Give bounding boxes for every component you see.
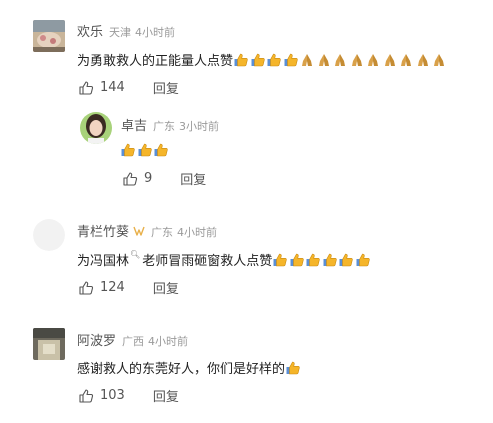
timestamp: 4小时前: [177, 226, 218, 239]
emoji-row: [233, 52, 448, 68]
thumbs-up-icon: [79, 80, 94, 95]
folded-hands-icon: [368, 53, 379, 66]
comment-meta: 广东 4小时前: [151, 224, 217, 240]
thumbs-up-icon: [290, 253, 304, 266]
thumbs-up-icon: [273, 253, 287, 266]
thumbs-up-icon: [339, 253, 353, 266]
like-count: 144: [100, 80, 125, 95]
avatar[interactable]: [33, 328, 65, 360]
folded-hands-icon: [434, 53, 445, 66]
thumbs-up-icon: [356, 253, 370, 266]
comment-meta: 广东 3小时前: [153, 118, 219, 134]
thumbs-up-icon: [123, 171, 138, 186]
reply-button[interactable]: 回复: [153, 386, 179, 405]
folded-hands-icon: [335, 53, 346, 66]
avatar[interactable]: [80, 112, 112, 144]
thumbs-up-icon: [79, 388, 94, 403]
timestamp: 3小时前: [179, 120, 220, 133]
comment-text: [120, 142, 170, 158]
comment-text: 为 冯国林 🔍︎ 老师冒雨砸窗救人点赞: [77, 250, 371, 269]
thumbs-up-icon: [154, 143, 168, 157]
like-button[interactable]: 144: [78, 80, 125, 96]
comment-meta: 天津 4小时前: [109, 24, 175, 40]
comment-body-suffix: 老师冒雨砸窗救人点赞: [142, 254, 273, 269]
reply-button[interactable]: 回复: [153, 278, 179, 297]
thumbs-up-icon: [138, 143, 152, 157]
location: 广东: [151, 226, 174, 239]
username[interactable]: 阿波罗: [77, 330, 116, 349]
reply-button[interactable]: 回复: [153, 78, 179, 97]
avatar[interactable]: [33, 219, 65, 251]
folded-hands-icon: [401, 53, 412, 66]
reply-item: 卓吉 广东 3小时前 9 回复: [0, 110, 493, 200]
comment-text: 感谢救人的东莞好人，你们是好样的: [77, 358, 302, 377]
location: 广东: [153, 120, 176, 133]
location: 天津: [109, 26, 132, 39]
thumbs-up-icon: [121, 143, 135, 157]
comment-text: 为勇敢救人的正能量人点赞: [77, 50, 448, 69]
folded-hands-icon: [318, 53, 329, 66]
location: 广西: [122, 335, 145, 348]
emoji-row: [272, 252, 371, 268]
timestamp: 4小时前: [148, 335, 189, 348]
comment-body: 感谢救人的东莞好人，你们是好样的: [77, 362, 286, 377]
username[interactable]: 青栏竹葵: [77, 221, 129, 240]
comment-meta: 广西 4小时前: [122, 333, 188, 349]
like-count: 124: [100, 280, 125, 295]
folded-hands-icon: [351, 53, 362, 66]
thumbs-up-icon: [79, 280, 94, 295]
comment-body: 为勇敢救人的正能量人点赞: [77, 54, 234, 69]
person-link[interactable]: 冯国林: [90, 250, 129, 269]
like-button[interactable]: 124: [78, 280, 125, 296]
timestamp: 4小时前: [135, 26, 176, 39]
folded-hands-icon: [417, 53, 428, 66]
avatar[interactable]: [33, 20, 65, 52]
like-button[interactable]: 9: [122, 171, 152, 187]
vip-badge-icon: [133, 226, 145, 236]
thumbs-up-icon: [267, 53, 281, 66]
folded-hands-icon: [302, 53, 313, 66]
emoji-row: [285, 360, 302, 376]
thumbs-up-icon: [284, 53, 298, 66]
like-count: 9: [144, 171, 153, 186]
search-icon[interactable]: 🔍︎: [130, 250, 140, 259]
thumbs-up-icon: [234, 53, 248, 66]
username[interactable]: 卓吉: [121, 115, 147, 134]
thumbs-up-icon: [251, 53, 265, 66]
username[interactable]: 欢乐: [77, 21, 103, 40]
comment-item: 阿波罗 广西 4小时前 感谢救人的东莞好人，你们是好样的 103 回复: [0, 310, 493, 423]
reply-button[interactable]: 回复: [180, 169, 206, 188]
folded-hands-icon: [384, 53, 395, 66]
like-count: 103: [100, 388, 125, 403]
thumbs-up-icon: [306, 253, 320, 266]
comment-item: 青栏竹葵 广东 4小时前 为 冯国林 🔍︎ 老师冒雨砸窗救人点赞 124 回复: [0, 210, 493, 310]
thumbs-up-icon: [323, 253, 337, 266]
comment-item: 欢乐 天津 4小时前 为勇敢救人的正能量人点赞 144 回复: [0, 0, 493, 110]
emoji-row: [120, 142, 170, 158]
like-button[interactable]: 103: [78, 388, 125, 404]
thumbs-up-icon: [286, 361, 300, 374]
comment-body-prefix: 为: [77, 254, 91, 269]
